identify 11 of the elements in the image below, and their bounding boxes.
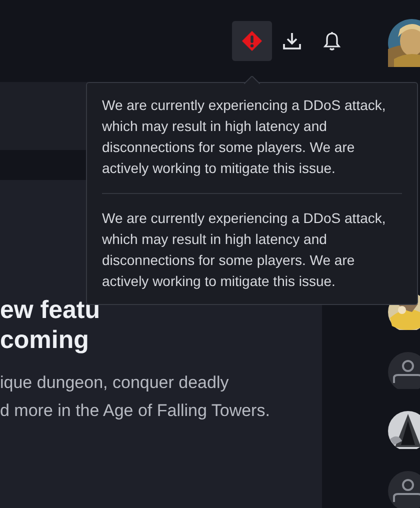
download-icon <box>282 31 302 51</box>
card-heading: coming <box>0 325 89 355</box>
bell-icon <box>323 31 341 51</box>
card-description: d more in the Age of Falling Towers. <box>0 400 270 422</box>
warning-icon <box>241 30 263 52</box>
user-avatar-icon <box>388 352 420 389</box>
alert-message: We are currently experiencing a DDoS attack, which may result in high latency and disconnections for some players. We are actively working to mitigate this issue. <box>102 209 387 291</box>
user-avatar-icon <box>388 470 420 508</box>
card-description: ique dungeon, conquer deadly <box>0 372 229 394</box>
card-heading: ew featu <box>0 295 100 325</box>
alert-message: We are currently experiencing a DDoS attack, which may result in high latency and disconnections for some players. We are actively working to mitigate this issue. <box>102 96 387 178</box>
